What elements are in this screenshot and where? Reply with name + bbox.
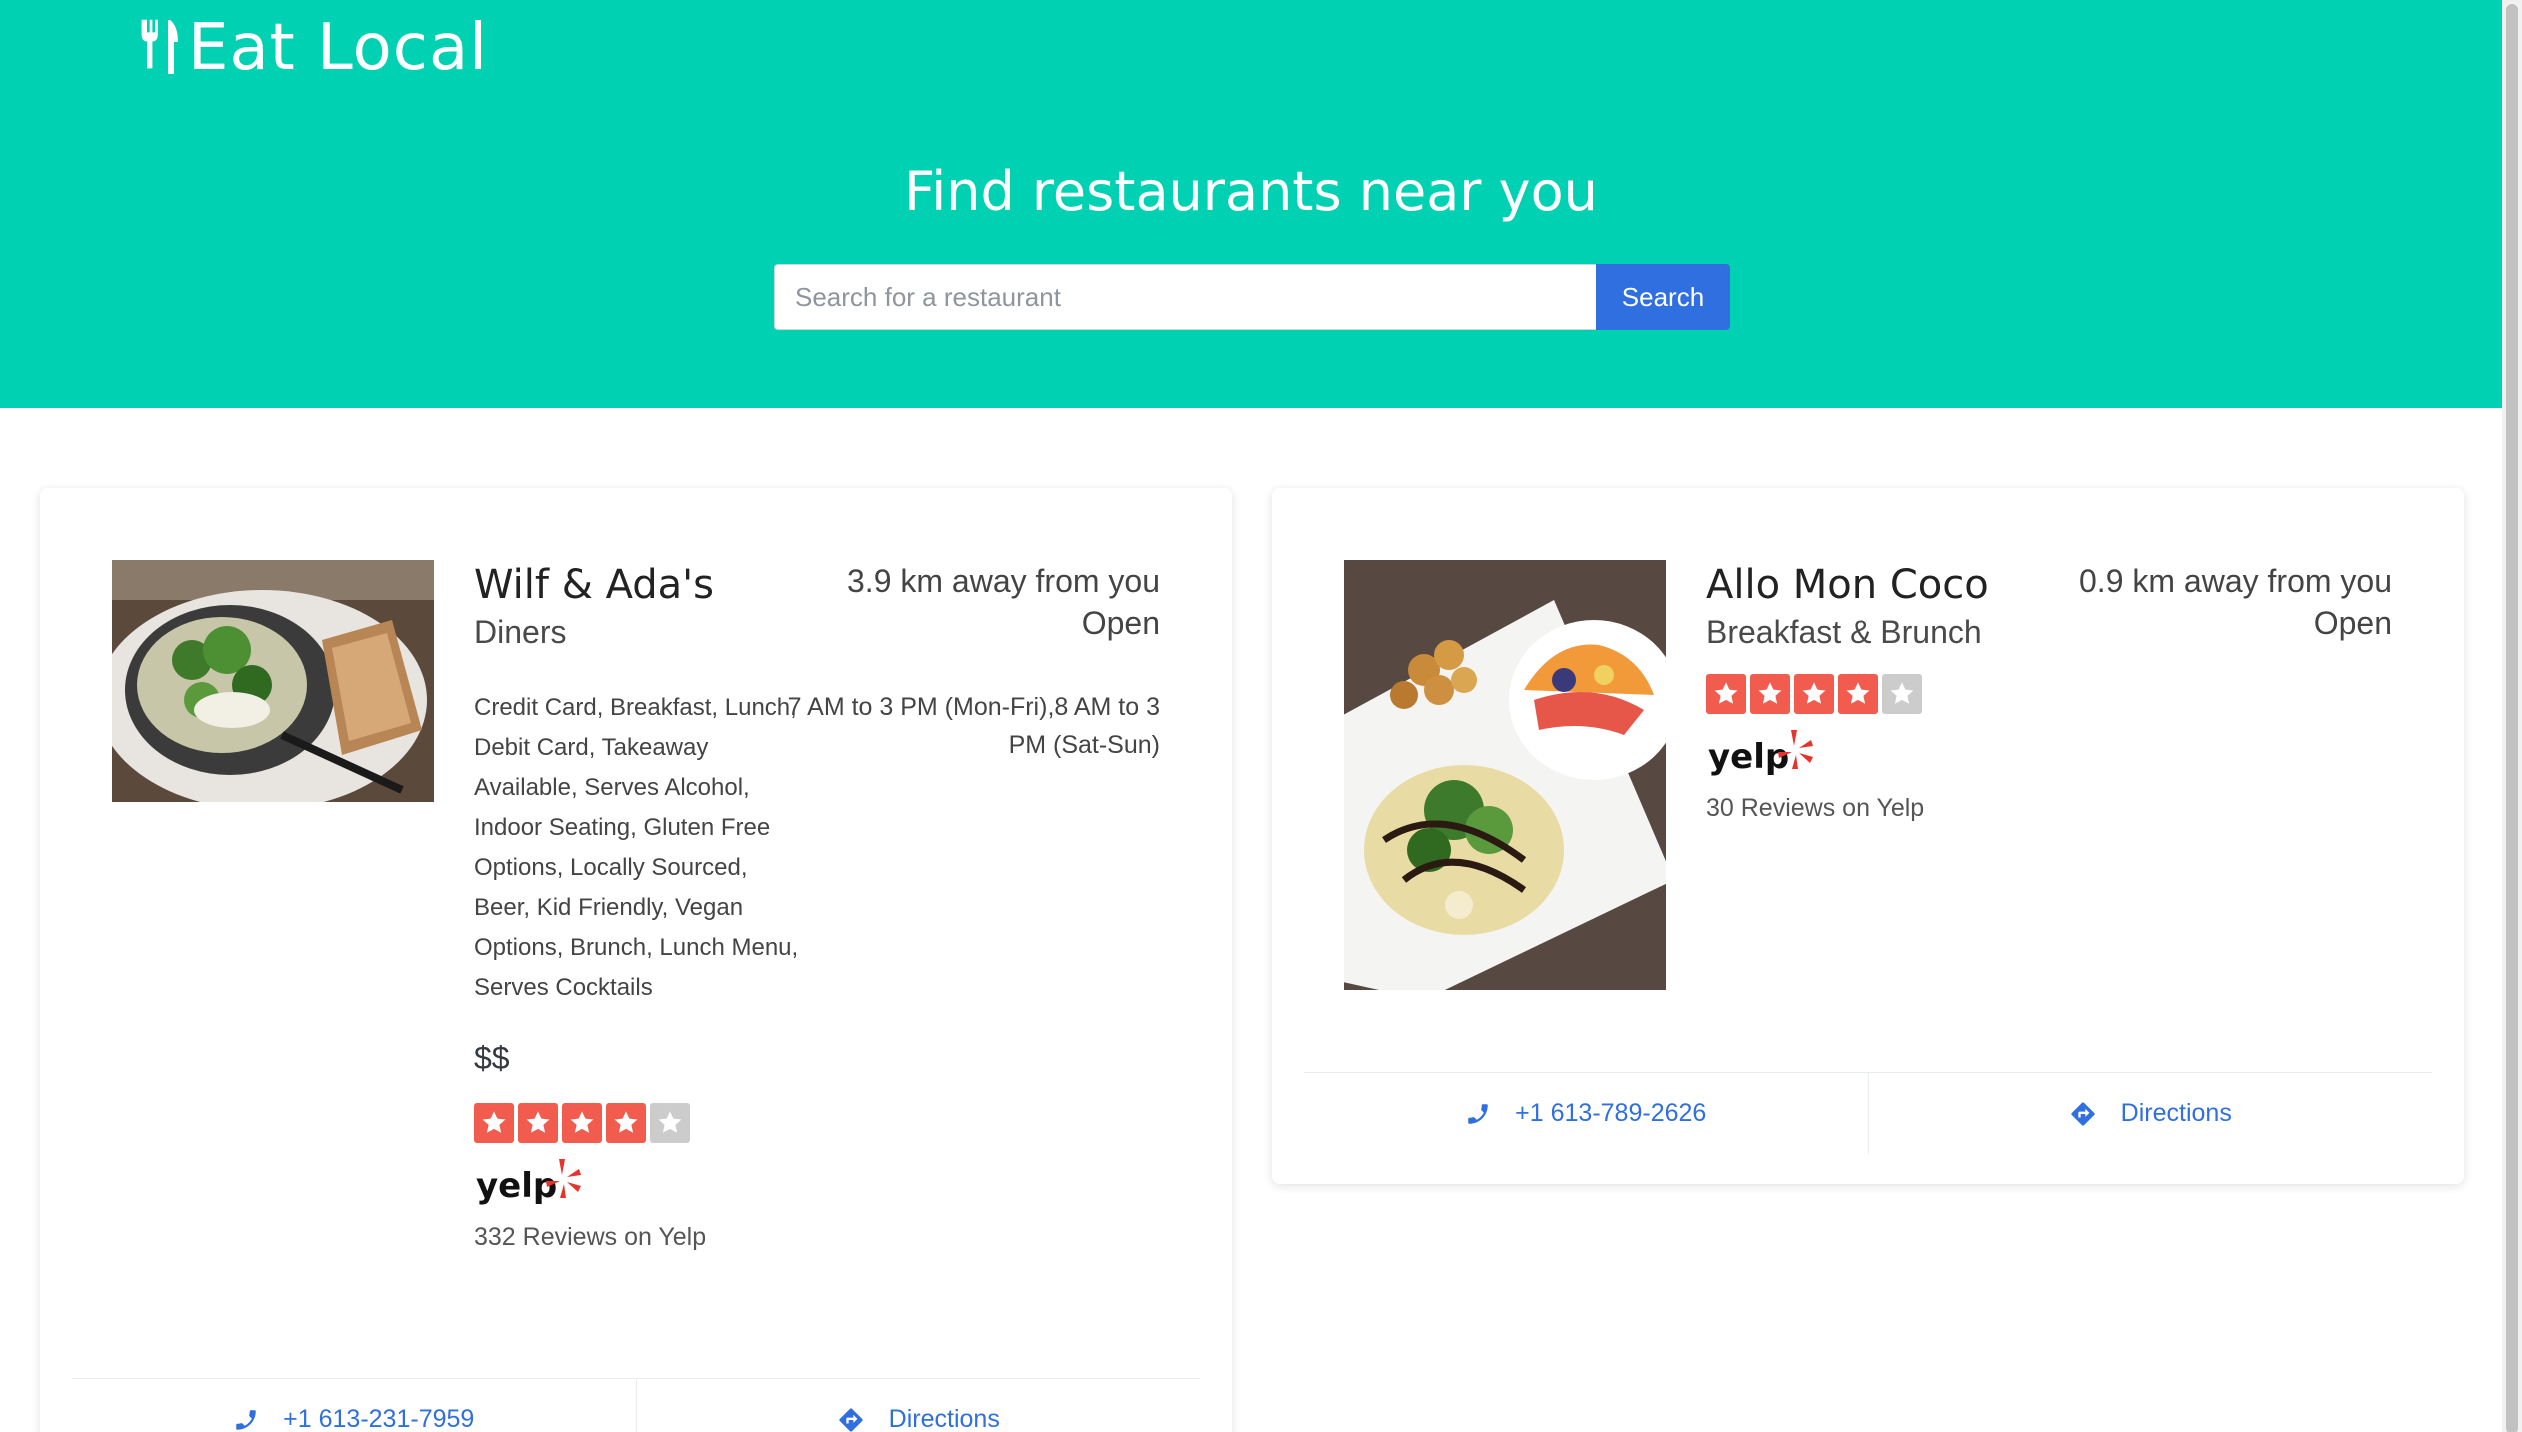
directions-icon xyxy=(2071,1101,2095,1126)
scrollbar-thumb[interactable] xyxy=(2506,4,2518,1432)
brand-logo[interactable]: Eat Local xyxy=(140,8,488,88)
directions-label: Directions xyxy=(2120,1099,2232,1127)
yelp-logo-text: yelp xyxy=(476,1166,557,1206)
directions-icon xyxy=(839,1407,863,1432)
phone-icon xyxy=(236,1409,256,1430)
star-icon xyxy=(518,1103,558,1143)
star-icon xyxy=(1706,674,1746,714)
directions-label: Directions xyxy=(888,1405,1000,1432)
star-icon xyxy=(1838,674,1878,714)
opening-hours: 7 AM to 3 PM (Mon-Fri),8 AM to 3 PM (Sat… xyxy=(787,693,1160,759)
star-icon xyxy=(606,1103,646,1143)
open-status: Open xyxy=(2313,605,2392,641)
restaurant-card: Wilf & Ada's Diners Credit Card, Breakfa… xyxy=(40,488,1232,1432)
star-rating xyxy=(1706,674,2106,714)
call-button[interactable]: +1 613-789-2626 xyxy=(1304,1073,1868,1154)
brand-name: Eat Local xyxy=(188,11,488,85)
yelp-logo-text: yelp xyxy=(1708,737,1789,777)
restaurant-category: Diners xyxy=(474,614,567,650)
page-scrollbar[interactable] xyxy=(2502,0,2522,1432)
restaurant-meta: 3.9 km away from you Open 7 AM to 3 PM (… xyxy=(780,560,1160,764)
distance-text: 3.9 km away from you xyxy=(847,563,1160,599)
restaurant-info: Wilf & Ada's Diners Credit Card, Breakfa… xyxy=(474,560,804,1252)
page-title: Find restaurants near you xyxy=(904,160,1598,223)
phone-icon xyxy=(1468,1103,1488,1124)
fork-knife-icon xyxy=(141,19,178,74)
phone-number: +1 613-789-2626 xyxy=(1515,1099,1707,1127)
star-rating xyxy=(474,1103,804,1143)
open-status: Open xyxy=(1081,605,1160,641)
star-icon xyxy=(1750,674,1790,714)
yelp-logo[interactable]: yelp xyxy=(1706,728,2106,784)
review-count[interactable]: 30 Reviews on Yelp xyxy=(1706,794,2106,823)
search-input[interactable] xyxy=(774,264,1596,330)
restaurant-card: Allo Mon Coco Breakfast & Brunch yelp 30… xyxy=(1272,488,2464,1184)
star-icon xyxy=(474,1103,514,1143)
search-button[interactable]: Search xyxy=(1596,264,1730,330)
star-icon xyxy=(1882,674,1922,714)
star-icon xyxy=(1794,674,1834,714)
star-icon xyxy=(650,1103,690,1143)
directions-button[interactable]: Directions xyxy=(635,1379,1201,1432)
call-button[interactable]: +1 613-231-7959 xyxy=(72,1379,636,1432)
restaurant-name[interactable]: Wilf & Ada's xyxy=(474,560,804,610)
restaurant-photo[interactable] xyxy=(112,560,434,802)
review-count[interactable]: 332 Reviews on Yelp xyxy=(474,1223,804,1252)
star-icon xyxy=(562,1103,602,1143)
restaurant-features: Credit Card, Breakfast, Lunch, Debit Car… xyxy=(474,694,799,1001)
directions-button[interactable]: Directions xyxy=(1867,1073,2433,1154)
price-level: $$ xyxy=(474,1040,510,1076)
restaurant-photo[interactable] xyxy=(1344,560,1666,990)
hero-banner: Eat Local Find restaurants near you Sear… xyxy=(0,0,2502,408)
distance-text: 0.9 km away from you xyxy=(2079,563,2392,599)
phone-number: +1 613-231-7959 xyxy=(283,1405,475,1432)
card-footer: +1 613-789-2626 Directions xyxy=(1304,1072,2432,1154)
search-bar: Search xyxy=(774,264,1730,330)
restaurant-meta: 0.9 km away from you Open xyxy=(2012,560,2392,644)
card-footer: +1 613-231-7959 Directions xyxy=(72,1378,1200,1432)
yelp-logo[interactable]: yelp xyxy=(474,1157,804,1213)
